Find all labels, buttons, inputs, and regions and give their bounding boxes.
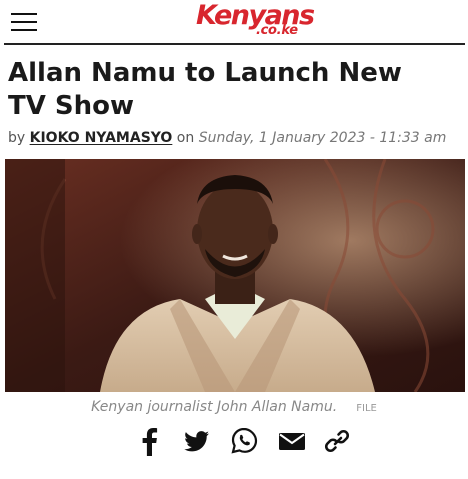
caption-source: FILE [356,403,377,414]
link-icon[interactable] [322,425,352,457]
header-divider [4,43,465,45]
email-icon[interactable] [277,425,307,457]
site-logo[interactable]: Kenyans .co.ke [196,0,320,42]
on-label: on [176,130,195,146]
share-bar [133,425,353,457]
site-header: Kenyans .co.ke [0,0,468,44]
facebook-icon[interactable] [135,425,165,457]
twitter-icon[interactable] [181,425,211,457]
author-link[interactable]: KIOKO NYAMASYO [30,130,173,146]
article-photo [5,159,465,392]
hamburger-menu-icon[interactable] [11,11,37,33]
article-title: Allan Namu to Launch New TV Show [8,58,402,121]
by-label: by [8,130,26,146]
byline: by KIOKO NYAMASYO on Sunday, 1 January 2… [8,130,468,146]
publish-date: Sunday, 1 January 2023 - 11:33 am [198,130,447,146]
whatsapp-icon[interactable] [229,425,259,457]
photo-caption: Kenyan journalist John Allan Namu. FILE [0,396,468,415]
caption-text: Kenyan journalist John Allan Namu. [91,399,338,415]
logo-tld: .co.ke [256,23,298,38]
